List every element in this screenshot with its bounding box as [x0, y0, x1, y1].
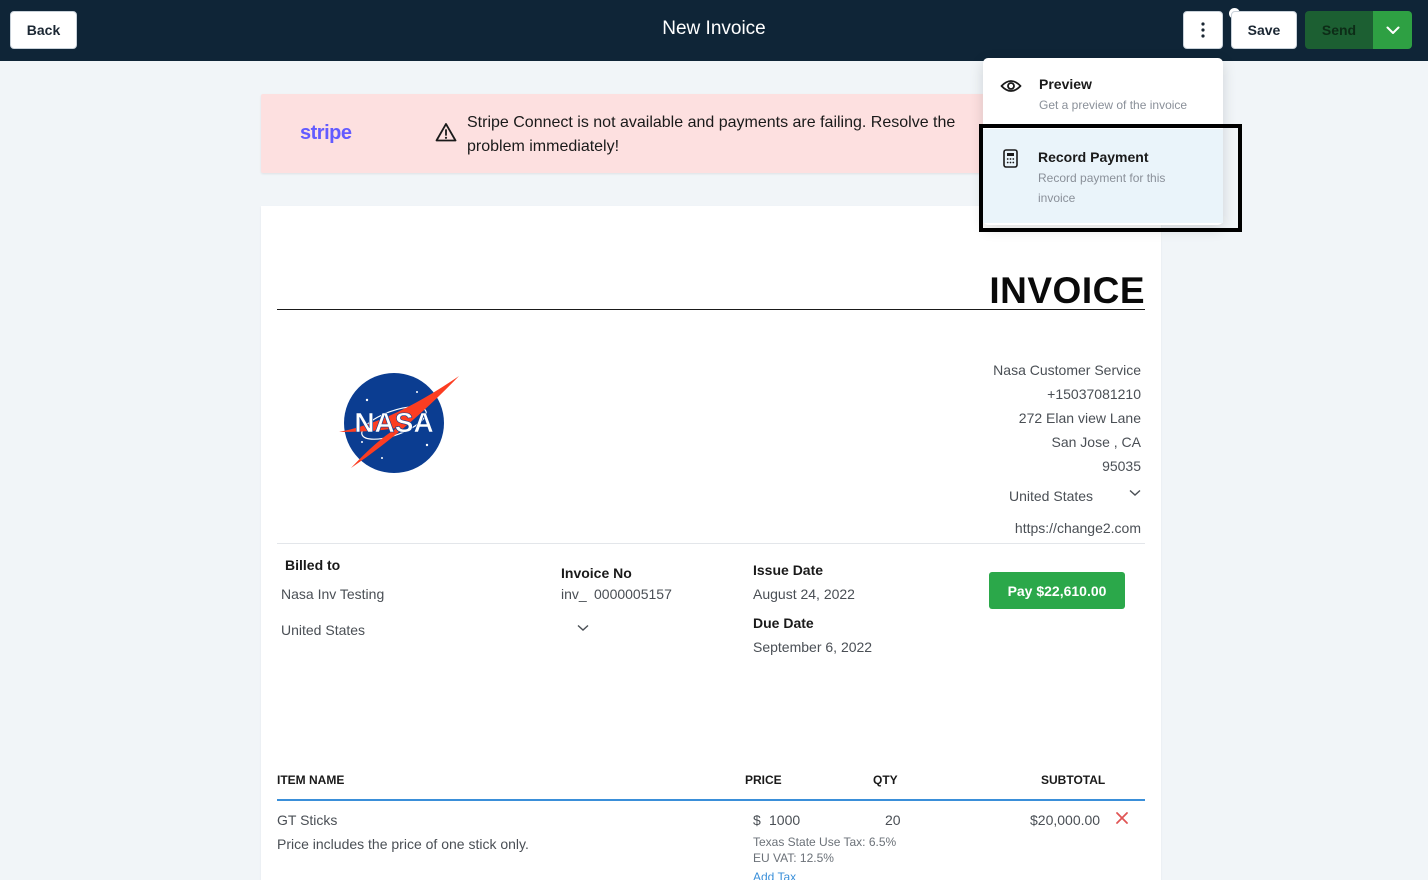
invoice-no-prefix: inv_ — [561, 586, 587, 602]
vertical-dots-icon — [1201, 22, 1205, 38]
price-input[interactable]: 1000 — [769, 812, 800, 828]
invoice-no-label: Invoice No — [561, 565, 632, 581]
stripe-logo: stripe — [300, 122, 352, 144]
menu-item-label: Preview — [1039, 76, 1092, 92]
chevron-down-icon — [1129, 489, 1141, 496]
remove-row-icon[interactable] — [1115, 811, 1129, 825]
row-subtotal: $20,000.00 — [1030, 812, 1101, 828]
pay-button[interactable]: Pay $22,610.00 — [989, 572, 1125, 609]
menu-item-description: Get a preview of the invoice — [1039, 98, 1188, 112]
table-header-divider — [277, 799, 1145, 801]
company-info: Nasa Customer Service +15037081210 272 E… — [993, 358, 1141, 478]
send-options-button[interactable] — [1373, 11, 1412, 49]
item-description-input[interactable]: Price includes the price of one stick on… — [277, 836, 529, 852]
invoice-heading: INVOICE — [989, 270, 1145, 311]
billed-to-label: Billed to — [285, 557, 341, 573]
chevron-down-icon — [577, 624, 589, 631]
item-name-input[interactable]: GT Sticks — [277, 812, 337, 828]
company-logo[interactable]: NASA — [337, 370, 461, 479]
col-header-qty: QTY — [873, 773, 898, 787]
company-street[interactable]: 272 Elan view Lane — [993, 406, 1141, 430]
tax-line: Texas State Use Tax: 6.5% — [753, 835, 897, 849]
col-header-item: ITEM NAME — [277, 773, 345, 787]
section-divider — [277, 543, 1145, 544]
eye-icon — [1000, 80, 1022, 92]
company-country-select[interactable]: United States — [1001, 486, 1141, 508]
company-website[interactable]: https://change2.com — [1015, 520, 1141, 536]
price-currency: $ — [753, 812, 761, 828]
company-phone[interactable]: +15037081210 — [993, 382, 1141, 406]
issue-date-value[interactable]: August 24, 2022 — [753, 586, 855, 602]
heading-divider — [277, 309, 1145, 310]
send-button[interactable]: Send — [1305, 11, 1373, 49]
alert-message: Stripe Connect is not available and paym… — [467, 114, 956, 155]
highlight-outline — [979, 124, 1242, 232]
col-header-subtotal: SUBTOTAL — [1041, 773, 1106, 787]
invoice-card: INVOICE NASA Nasa Customer Service +1503… — [261, 206, 1161, 880]
warning-icon — [435, 123, 457, 142]
save-button[interactable]: Save — [1231, 11, 1297, 49]
due-date-label: Due Date — [753, 615, 814, 631]
billed-country-value: United States — [281, 622, 366, 638]
billed-to-name[interactable]: Nasa Inv Testing — [281, 586, 384, 602]
company-name[interactable]: Nasa Customer Service — [993, 358, 1141, 382]
add-tax-link[interactable]: Add Tax — [753, 870, 796, 880]
chevron-down-icon — [1386, 26, 1399, 34]
invoice-no-input[interactable]: 0000005157 — [594, 586, 672, 602]
qty-input[interactable]: 20 — [885, 812, 901, 828]
menu-item-preview[interactable]: Preview Get a preview of the invoice — [983, 58, 1223, 126]
company-country-value: United States — [1009, 488, 1094, 504]
tax-line: EU VAT: 12.5% — [753, 851, 834, 865]
due-date-value[interactable]: September 6, 2022 — [753, 639, 872, 655]
company-zip[interactable]: 95035 — [993, 454, 1141, 478]
col-header-price: PRICE — [745, 773, 782, 787]
top-bar: Back New Invoice Save Send — [0, 0, 1428, 61]
billed-country-select[interactable]: United States — [281, 622, 589, 644]
issue-date-label: Issue Date — [753, 562, 824, 578]
company-city-state[interactable]: San Jose , CA — [993, 430, 1142, 454]
svg-text:NASA: NASA — [354, 407, 433, 438]
more-options-button[interactable] — [1183, 11, 1223, 49]
